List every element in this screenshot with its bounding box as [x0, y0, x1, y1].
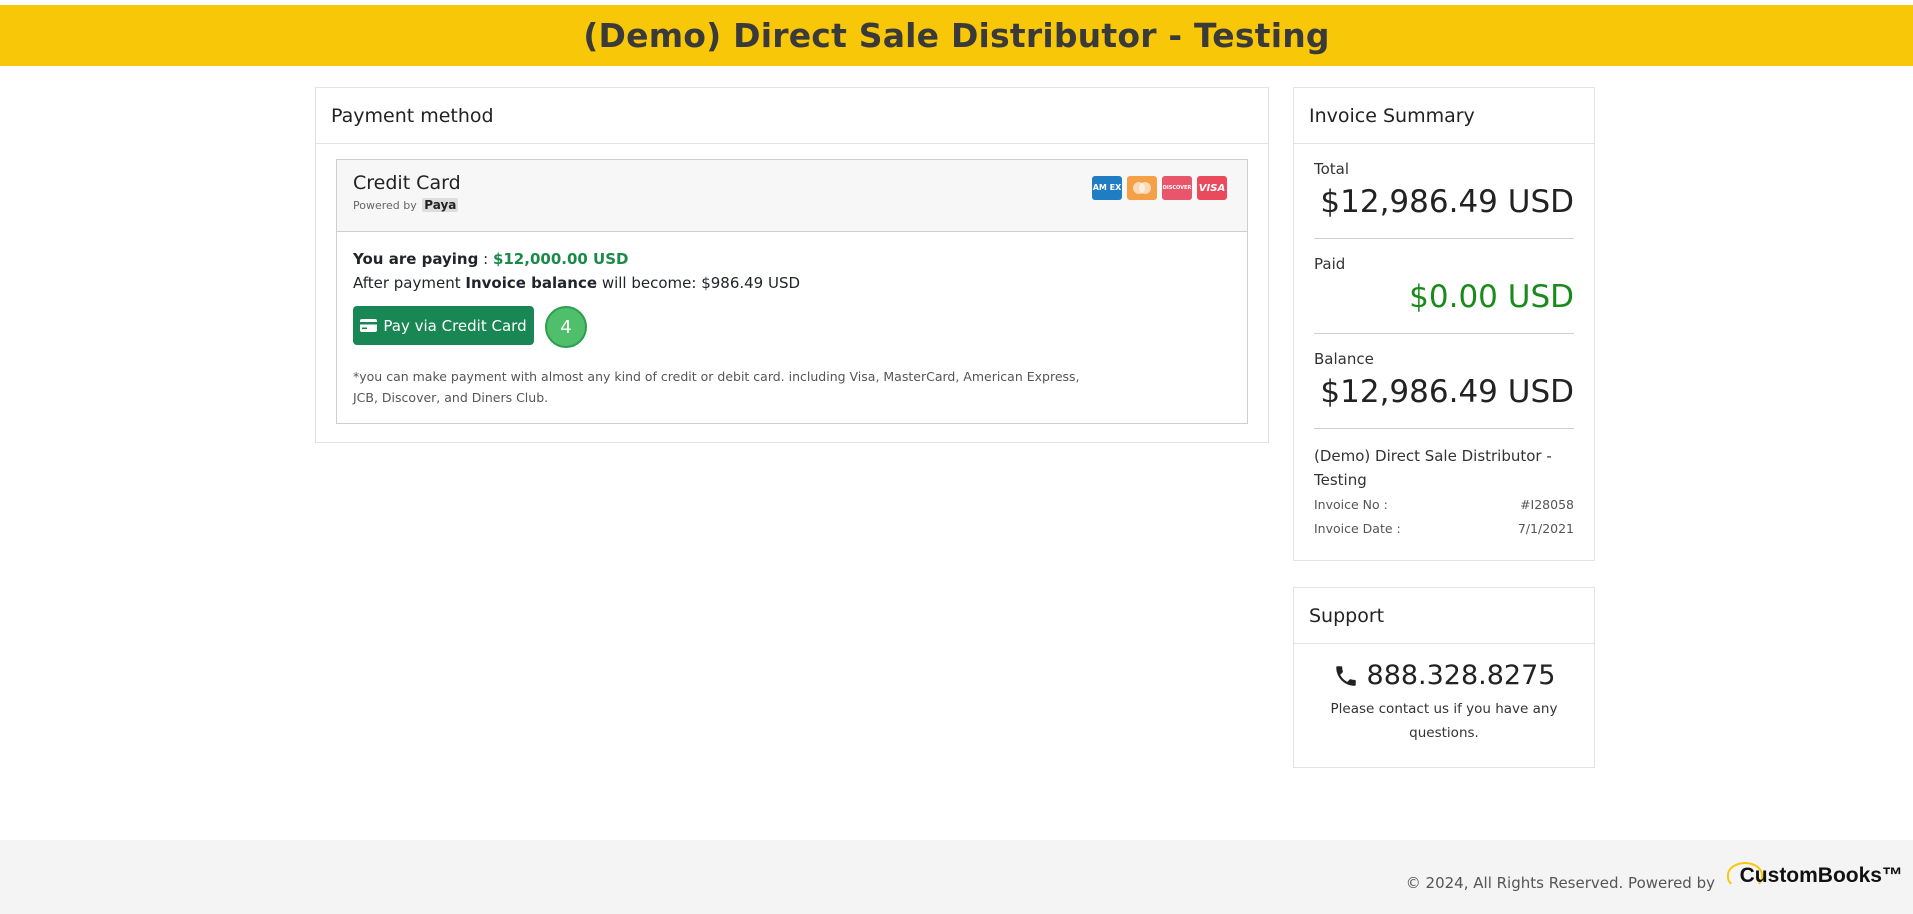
- support-phone-number: 888.328.8275: [1366, 660, 1556, 691]
- pay-via-credit-card-button[interactable]: Pay via Credit Card: [353, 306, 534, 345]
- invoice-no-label: Invoice No :: [1314, 496, 1388, 512]
- paying-amount: $12,000.00 USD: [492, 250, 629, 268]
- support-title: Support: [1294, 588, 1594, 644]
- support-card: Support 888.328.8275 Please contact us i…: [1293, 587, 1595, 768]
- paying-separator: :: [478, 250, 493, 268]
- after-payment-suffix: will become: $986.49 USD: [601, 274, 801, 292]
- invoice-date-value: 7/1/2021: [1517, 520, 1574, 536]
- balance-label: Balance: [1314, 350, 1374, 368]
- powered-by: Powered by Paya: [353, 198, 459, 212]
- credit-card-title: Credit Card: [353, 172, 461, 194]
- support-text: Please contact us if you have any questi…: [1330, 701, 1558, 741]
- page-title: (Demo) Direct Sale Distributor - Testing: [583, 16, 1330, 55]
- payment-note: *you can make payment with almost any ki…: [353, 369, 1080, 405]
- visa-logo: VISA: [1197, 176, 1227, 200]
- after-payment-prefix: After payment: [353, 274, 461, 292]
- custombooks-logo[interactable]: CustomBooks™: [1740, 864, 1903, 888]
- invoice-no-row: Invoice No : #I28058: [1314, 492, 1574, 516]
- paying-line: You are paying : $12,000.00 USD: [353, 250, 629, 268]
- paya-logo: Paya: [422, 198, 459, 212]
- invoice-summary-title: Invoice Summary: [1294, 88, 1594, 144]
- total-value: $12,986.49 USD: [1320, 184, 1574, 220]
- amex-logo: AM EX: [1092, 176, 1122, 200]
- credit-card-panel-header: Credit Card Powered by Paya AM EX DISCOV…: [337, 160, 1247, 232]
- invoice-date-label: Invoice Date :: [1314, 520, 1401, 536]
- paid-label: Paid: [1314, 255, 1346, 273]
- mastercard-circles-icon: [1133, 182, 1151, 194]
- discover-logo: DISCOVER: [1162, 176, 1192, 200]
- step-badge: 4: [545, 306, 587, 348]
- powered-by-label: Powered by: [353, 199, 417, 212]
- invoice-summary-card: Invoice Summary Total $12,986.49 USD Pai…: [1293, 87, 1595, 561]
- phone-icon: [1335, 665, 1356, 686]
- paid-value: $0.00 USD: [1409, 279, 1574, 315]
- invoice-summary-body: Total $12,986.49 USD Paid $0.00 USD Bala…: [1294, 144, 1594, 540]
- paid-block: Paid $0.00 USD: [1314, 239, 1574, 334]
- credit-card-panel: Credit Card Powered by Paya AM EX DISCOV…: [336, 159, 1248, 424]
- footer-text: © 2024, All Rights Reserved. Powered by: [1405, 874, 1715, 892]
- payment-method-title: Payment method: [316, 88, 1268, 144]
- card-logos: AM EX DISCOVER VISA: [1092, 176, 1227, 200]
- total-block: Total $12,986.49 USD: [1314, 144, 1574, 239]
- support-phone[interactable]: 888.328.8275: [1294, 660, 1594, 691]
- company-name: (Demo) Direct Sale Distributor - Testing: [1314, 447, 1552, 489]
- invoice-no-value: #I28058: [1520, 496, 1574, 512]
- credit-card-icon: [360, 319, 378, 332]
- after-payment-line: After payment Invoice balance will becom…: [353, 274, 800, 292]
- after-payment-bold: Invoice balance: [465, 274, 598, 292]
- payment-method-card: Payment method Credit Card Powered by Pa…: [315, 87, 1269, 443]
- invoice-date-row: Invoice Date : 7/1/2021: [1314, 516, 1574, 540]
- total-label: Total: [1314, 160, 1350, 178]
- pay-button-label: Pay via Credit Card: [383, 316, 527, 335]
- header-bar: (Demo) Direct Sale Distributor - Testing: [0, 5, 1913, 66]
- balance-value: $12,986.49 USD: [1320, 374, 1574, 410]
- balance-block: Balance $12,986.49 USD: [1314, 334, 1574, 429]
- footer: © 2024, All Rights Reserved. Powered by …: [0, 840, 1913, 914]
- paying-label: You are paying: [353, 250, 479, 268]
- mastercard-logo: [1127, 176, 1157, 200]
